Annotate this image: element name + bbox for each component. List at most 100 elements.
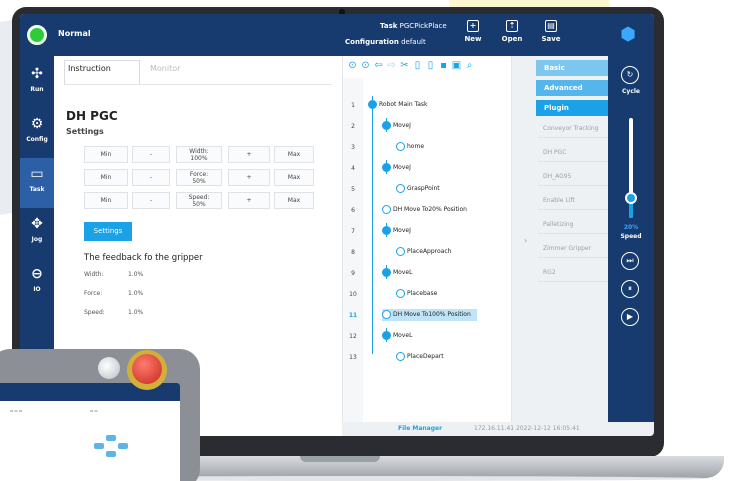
- palette-item[interactable]: RG2: [538, 264, 608, 282]
- speed-value: 50%: [192, 201, 206, 208]
- task-code-icon: ▭: [30, 166, 44, 182]
- chevron-right-icon[interactable]: ›: [524, 236, 527, 245]
- cycle-icon[interactable]: ↻: [621, 66, 639, 84]
- nav-config[interactable]: ⚙ Config: [20, 108, 54, 158]
- line-number: 8: [351, 249, 355, 256]
- move-down-icon[interactable]: ⊙: [360, 60, 371, 71]
- top-bar: Normal Task PGCPickPlace Configuration d…: [20, 14, 654, 56]
- new-task-button[interactable]: + New: [456, 20, 490, 43]
- gripper-node-icon: [382, 205, 391, 214]
- palette-plugin-header[interactable]: Plugin: [536, 100, 608, 116]
- speed-value-label: Speed:: [188, 194, 210, 201]
- paste-icon[interactable]: ▯: [425, 60, 436, 71]
- tree-node-movej[interactable]: MoveJ: [382, 120, 411, 132]
- tree-node-waypoint[interactable]: PlaceDepart: [396, 351, 444, 363]
- line-number: 4: [351, 165, 355, 172]
- tree-node-label: MoveL: [393, 269, 413, 276]
- plugin-title: DH PGC: [66, 109, 118, 123]
- speed-slider-handle[interactable]: [625, 192, 637, 204]
- tree-node-movej[interactable]: MoveJ: [382, 225, 411, 237]
- force-decrease-button[interactable]: -: [132, 169, 170, 186]
- force-max-button[interactable]: Max: [274, 169, 314, 186]
- search-icon[interactable]: ⌕: [464, 60, 475, 71]
- line-number: 11: [348, 312, 358, 319]
- tree-node-waypoint[interactable]: Placebase: [396, 288, 437, 300]
- palette-basic-header[interactable]: Basic: [536, 60, 608, 76]
- nav-jog[interactable]: ✥ Jog: [20, 208, 54, 258]
- tree-node-waypoint[interactable]: GraspPoint: [396, 183, 440, 195]
- speed-increase-button[interactable]: +: [228, 192, 270, 209]
- palette-item[interactable]: Enable Lift: [538, 192, 608, 210]
- palette-item[interactable]: DH_AG95: [538, 168, 608, 186]
- pendant-jog-pad: [106, 451, 116, 457]
- tree-node-waypoint[interactable]: home: [396, 141, 424, 153]
- speed-label: Speed: [620, 233, 642, 240]
- save-task-button[interactable]: ▤ Save: [534, 20, 568, 43]
- force-value-display: Force: 50%: [176, 169, 222, 186]
- feedback-speed-label: Speed:: [84, 309, 105, 316]
- palette-item[interactable]: Zimmer Gripper: [538, 240, 608, 258]
- copy-icon[interactable]: ▯: [412, 60, 423, 71]
- tab-divider: [64, 84, 332, 85]
- tree-node-main-task[interactable]: Robot Main Task: [368, 99, 428, 111]
- feedback-speed-value: 1.0%: [128, 309, 144, 316]
- nav-run[interactable]: ✣ Run: [20, 58, 54, 108]
- tab-instruction[interactable]: Instruction: [68, 64, 111, 73]
- width-decrease-button[interactable]: -: [132, 146, 170, 163]
- task-info: Task PGCPickPlace: [380, 22, 447, 30]
- file-manager-link[interactable]: File Manager: [398, 425, 442, 432]
- pendant-panel-text: ▭ ▭: [90, 409, 98, 413]
- waypoint-icon: [396, 247, 405, 256]
- nav-task[interactable]: ▭ Task: [20, 158, 54, 208]
- move-node-icon: [382, 163, 391, 172]
- feedback-width-value: 1.0%: [128, 271, 144, 278]
- speed-decrease-button[interactable]: -: [132, 192, 170, 209]
- palette-item[interactable]: DH PGC: [538, 144, 608, 162]
- tree-node-label: MoveJ: [393, 122, 411, 129]
- width-min-button[interactable]: Min: [84, 146, 128, 163]
- tree-node-waypoint[interactable]: PlaceApproach: [396, 246, 451, 258]
- tree-node-movej[interactable]: MoveJ: [382, 162, 411, 174]
- speed-max-button[interactable]: Max: [274, 192, 314, 209]
- palette-item[interactable]: Conveyor Tracking: [538, 120, 608, 138]
- robot-status-indicator[interactable]: [27, 25, 47, 45]
- pause-icon[interactable]: ⏸: [621, 280, 639, 298]
- redo-icon[interactable]: ⇨: [386, 60, 397, 71]
- suppress-icon[interactable]: ▣: [451, 60, 462, 71]
- tree-node-gripper-move-selected[interactable]: DH Move To100% Position: [382, 309, 477, 321]
- line-number: 3: [351, 144, 355, 151]
- force-value: 50%: [192, 178, 206, 185]
- speed-percentage: 20%: [623, 224, 639, 231]
- configuration-info: Configuration default: [345, 38, 426, 46]
- cycle-label: Cycle: [622, 88, 640, 95]
- nav-io[interactable]: ⊖ IO: [20, 258, 54, 308]
- task-key: Task: [380, 22, 398, 30]
- tree-node-gripper-move[interactable]: DH Move To20% Position: [382, 204, 467, 216]
- tree-node-movel[interactable]: MoveL: [382, 330, 412, 342]
- force-min-button[interactable]: Min: [84, 169, 128, 186]
- teach-pendant: ▭ ▭ ▭ ▭ ▭: [0, 349, 200, 481]
- line-number: 5: [351, 186, 355, 193]
- step-forward-icon[interactable]: ⏭: [621, 252, 639, 270]
- delete-icon[interactable]: ▪: [438, 60, 449, 71]
- feedback-title: The feedback fo the gripper: [84, 253, 203, 263]
- tab-monitor[interactable]: Monitor: [150, 64, 180, 73]
- width-max-button[interactable]: Max: [274, 146, 314, 163]
- width-increase-button[interactable]: +: [228, 146, 270, 163]
- speed-min-button[interactable]: Min: [84, 192, 128, 209]
- tree-node-label: MoveJ: [393, 227, 411, 234]
- tree-node-label: Robot Main Task: [379, 101, 428, 108]
- undo-icon[interactable]: ⇦: [373, 60, 384, 71]
- tree-node-label: GraspPoint: [407, 185, 440, 192]
- line-number: 1: [351, 102, 355, 109]
- apply-settings-button[interactable]: Settings: [84, 222, 132, 241]
- palette-item[interactable]: Palletizing: [538, 216, 608, 234]
- palette-advanced-header[interactable]: Advanced: [536, 80, 608, 96]
- open-task-button[interactable]: ⇡ Open: [495, 20, 529, 43]
- tree-node-label: home: [407, 143, 425, 150]
- force-increase-button[interactable]: +: [228, 169, 270, 186]
- cut-icon[interactable]: ✂: [399, 60, 410, 71]
- move-up-icon[interactable]: ⊙: [347, 60, 358, 71]
- tree-node-movel[interactable]: MoveL: [382, 267, 412, 279]
- play-icon[interactable]: ▶: [621, 308, 639, 326]
